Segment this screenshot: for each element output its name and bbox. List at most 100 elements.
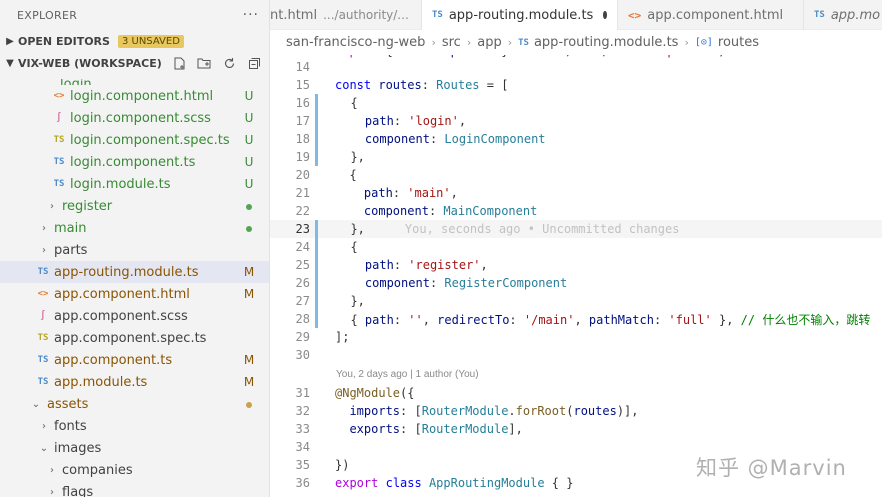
editor-tabs: nt.html .../authority/... TS app-routing… [270,0,882,30]
chevron-right-icon: › [42,420,46,432]
tree-file-app-html[interactable]: <> app.component.html M [0,283,269,305]
open-editors-section[interactable]: ▶ OPEN EDITORS 3 UNSAVED [0,30,269,52]
tree-item-label: login.component.spec.ts [70,132,230,148]
tab-label: app.mo [830,7,881,23]
line-number: 17 [295,114,310,128]
code-line: 21 path: 'main', [270,184,882,202]
breadcrumb-item[interactable]: san-francisco-ng-web [286,35,425,50]
ts-file-icon: TS [518,37,529,48]
tab-app-component-html[interactable]: <> app.component.html [618,0,804,30]
line-number: 23 [295,222,310,236]
chevron-right-icon: › [42,222,46,234]
line-number: 18 [295,132,310,146]
workspace-actions [172,56,269,70]
tree-file-app-spec[interactable]: TS app.component.spec.ts [0,327,269,349]
code-line: 15 const routes: Routes = [ [270,76,882,94]
tree-folder-main[interactable]: › main [0,217,269,239]
tree-file-app-module[interactable]: TS app.module.ts M [0,371,269,393]
line-number: 26 [295,276,310,290]
scss-file-icon: ∫ [40,311,46,321]
tree-item-label: assets [47,396,89,412]
breadcrumb-item[interactable]: app-routing.module.ts [534,35,678,50]
tree-file-login-spec[interactable]: TS login.component.spec.ts U [0,129,269,151]
tree-item-label: login.component.ts [70,154,196,170]
tree-file-login-html[interactable]: <> login.component.html U [0,85,269,107]
chevron-down-icon: ⌄ [39,442,49,454]
line-number: 21 [295,186,310,200]
code-line: 25 path: 'register', [270,256,882,274]
line-number: 33 [295,422,310,436]
code-line: 17 path: 'login', [270,112,882,130]
tree-folder-fonts[interactable]: › fonts [0,415,269,437]
code-line: 26 component: RegisterComponent [270,274,882,292]
breadcrumb: san-francisco-ng-web › src › app › TS ap… [270,30,882,55]
tree-folder-companies[interactable]: › companies [0,459,269,481]
git-status: U [244,111,254,125]
code-line: 33 exports: [RouterModule], [270,420,882,438]
html-file-icon: <> [37,289,49,299]
line-number: 34 [295,440,310,454]
git-status: U [244,177,254,191]
ts-file-icon: TS [53,157,65,167]
html-file-icon: <> [53,91,65,101]
ts-file-icon: TS [37,377,49,387]
chevron-right-icon: › [684,36,689,49]
tree-file-login-scss[interactable]: ∫ login.component.scss U [0,107,269,129]
git-status-dot [243,397,255,411]
tree-file-app-routing[interactable]: TS app-routing.module.ts M [0,261,269,283]
chevron-down-icon: ▼ [6,57,14,69]
line-number: 22 [295,204,310,218]
tab-description: .../authority/... [323,8,409,22]
ts-file-icon: TS [432,10,443,20]
refresh-icon[interactable] [222,56,236,70]
git-status: M [243,353,255,367]
git-status-dot [243,221,255,235]
ts-file-icon: TS [37,355,49,365]
line-number: 35 [295,458,310,472]
tree-folder-parts[interactable]: › parts [0,239,269,261]
workspace-label: VIX-WEB (WORKSPACE) [18,56,162,70]
tab-app-module[interactable]: TS app.mo [804,0,882,30]
more-actions-icon[interactable]: ··· [243,7,259,23]
tree-item-label: login.module.ts [70,176,171,192]
breadcrumb-item[interactable]: app [477,35,501,50]
tab-app-routing[interactable]: TS app-routing.module.ts [422,0,618,30]
unsaved-dot-icon[interactable] [603,11,607,19]
collapse-all-icon[interactable] [247,56,261,70]
chevron-right-icon: › [466,36,472,49]
tree-folder-register[interactable]: › register [0,195,269,217]
code-line: 20 { [270,166,882,184]
breadcrumb-item[interactable]: src [442,35,461,50]
tree-file-app-scss[interactable]: ∫ app.component.scss [0,305,269,327]
new-folder-icon[interactable] [197,56,211,70]
chevron-right-icon: › [42,244,46,256]
git-status: M [243,287,255,301]
tree-folder-flags[interactable]: › flags [0,481,269,497]
tree-item-label: flags [62,484,94,497]
ts-spec-file-icon: TS [53,135,65,145]
code-line: 30 [270,346,882,364]
tree-file-login-module[interactable]: TS login.module.ts U [0,173,269,195]
tree-item-label: login.component.html [70,88,214,104]
editor-area: nt.html .../authority/... TS app-routing… [270,0,882,497]
code-editor[interactable]: 13import { MainComponent } from './main/… [270,46,882,492]
code-line: 22 component: MainComponent [270,202,882,220]
tree-folder-login[interactable]: ⌄ login [0,74,269,85]
scss-file-icon: ∫ [56,113,62,123]
breadcrumb-item[interactable]: routes [718,35,759,50]
workspace-section[interactable]: ▼ VIX-WEB (WORKSPACE) [0,52,269,74]
tree-item-label: parts [54,242,88,258]
line-number: 31 [295,386,310,400]
tab-authority-html[interactable]: nt.html .../authority/... [270,0,422,30]
line-number: 32 [295,404,310,418]
new-file-icon[interactable] [172,56,186,70]
codelens-author[interactable]: You, 2 days ago | 1 author (You) [270,364,882,384]
tree-file-login-ts[interactable]: TS login.component.ts U [0,151,269,173]
tree-file-app-component-ts[interactable]: TS app.component.ts M [0,349,269,371]
ts-file-icon: TS [53,179,65,189]
tab-label: app-routing.module.ts [448,7,594,23]
tree-folder-assets[interactable]: ⌄ assets [0,393,269,415]
tree-folder-images[interactable]: ⌄ images [0,437,269,459]
chevron-down-icon: ⌄ [31,398,41,410]
explorer-sidebar: EXPLORER ··· ▶ OPEN EDITORS 3 UNSAVED ▼ … [0,0,270,497]
